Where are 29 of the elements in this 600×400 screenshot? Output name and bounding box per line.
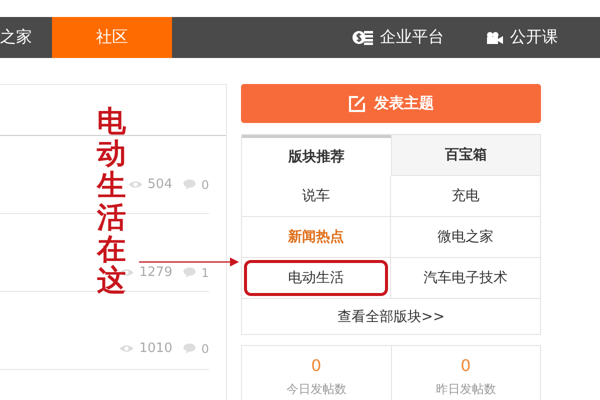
nav-link[interactable]: 公开课 <box>486 17 558 58</box>
stat-label: 今日发帖数 <box>286 381 346 398</box>
stat-value: 0 <box>460 356 471 375</box>
annotation-text: 电动生活在这 <box>97 106 126 298</box>
edit-icon <box>348 94 366 112</box>
view-count: 1279 <box>139 265 172 280</box>
reply-count: 1 <box>201 266 209 280</box>
eye-icon <box>119 344 134 353</box>
view-all-link[interactable]: 查看全部版块>> <box>242 299 540 334</box>
comment-icon <box>183 267 196 278</box>
nav-link[interactable]: 企业平台 <box>352 17 444 58</box>
forum-tab[interactable]: 百宝箱 <box>390 135 540 176</box>
forum-link[interactable]: 说车 <box>244 178 388 214</box>
nav-tab[interactable]: 之家 <box>0 17 52 58</box>
view-count: 1010 <box>139 341 172 356</box>
view-count: 504 <box>148 177 172 192</box>
forum-link[interactable]: 电动生活 <box>244 260 388 296</box>
eye-icon <box>128 180 143 189</box>
comment-icon <box>183 179 196 190</box>
comment-icon <box>183 343 196 354</box>
forum-link[interactable]: 微电之家 <box>393 219 538 255</box>
reply-count: 0 <box>201 178 209 192</box>
camera-icon <box>486 30 504 44</box>
stat-label: 昨日发帖数 <box>436 381 496 398</box>
stat-value: 0 <box>311 356 322 375</box>
reply-count: 0 <box>201 342 209 356</box>
coins-icon <box>352 30 374 45</box>
forum-link[interactable]: 汽车电子技术 <box>393 260 538 296</box>
forum-link[interactable]: 充电 <box>393 178 538 214</box>
